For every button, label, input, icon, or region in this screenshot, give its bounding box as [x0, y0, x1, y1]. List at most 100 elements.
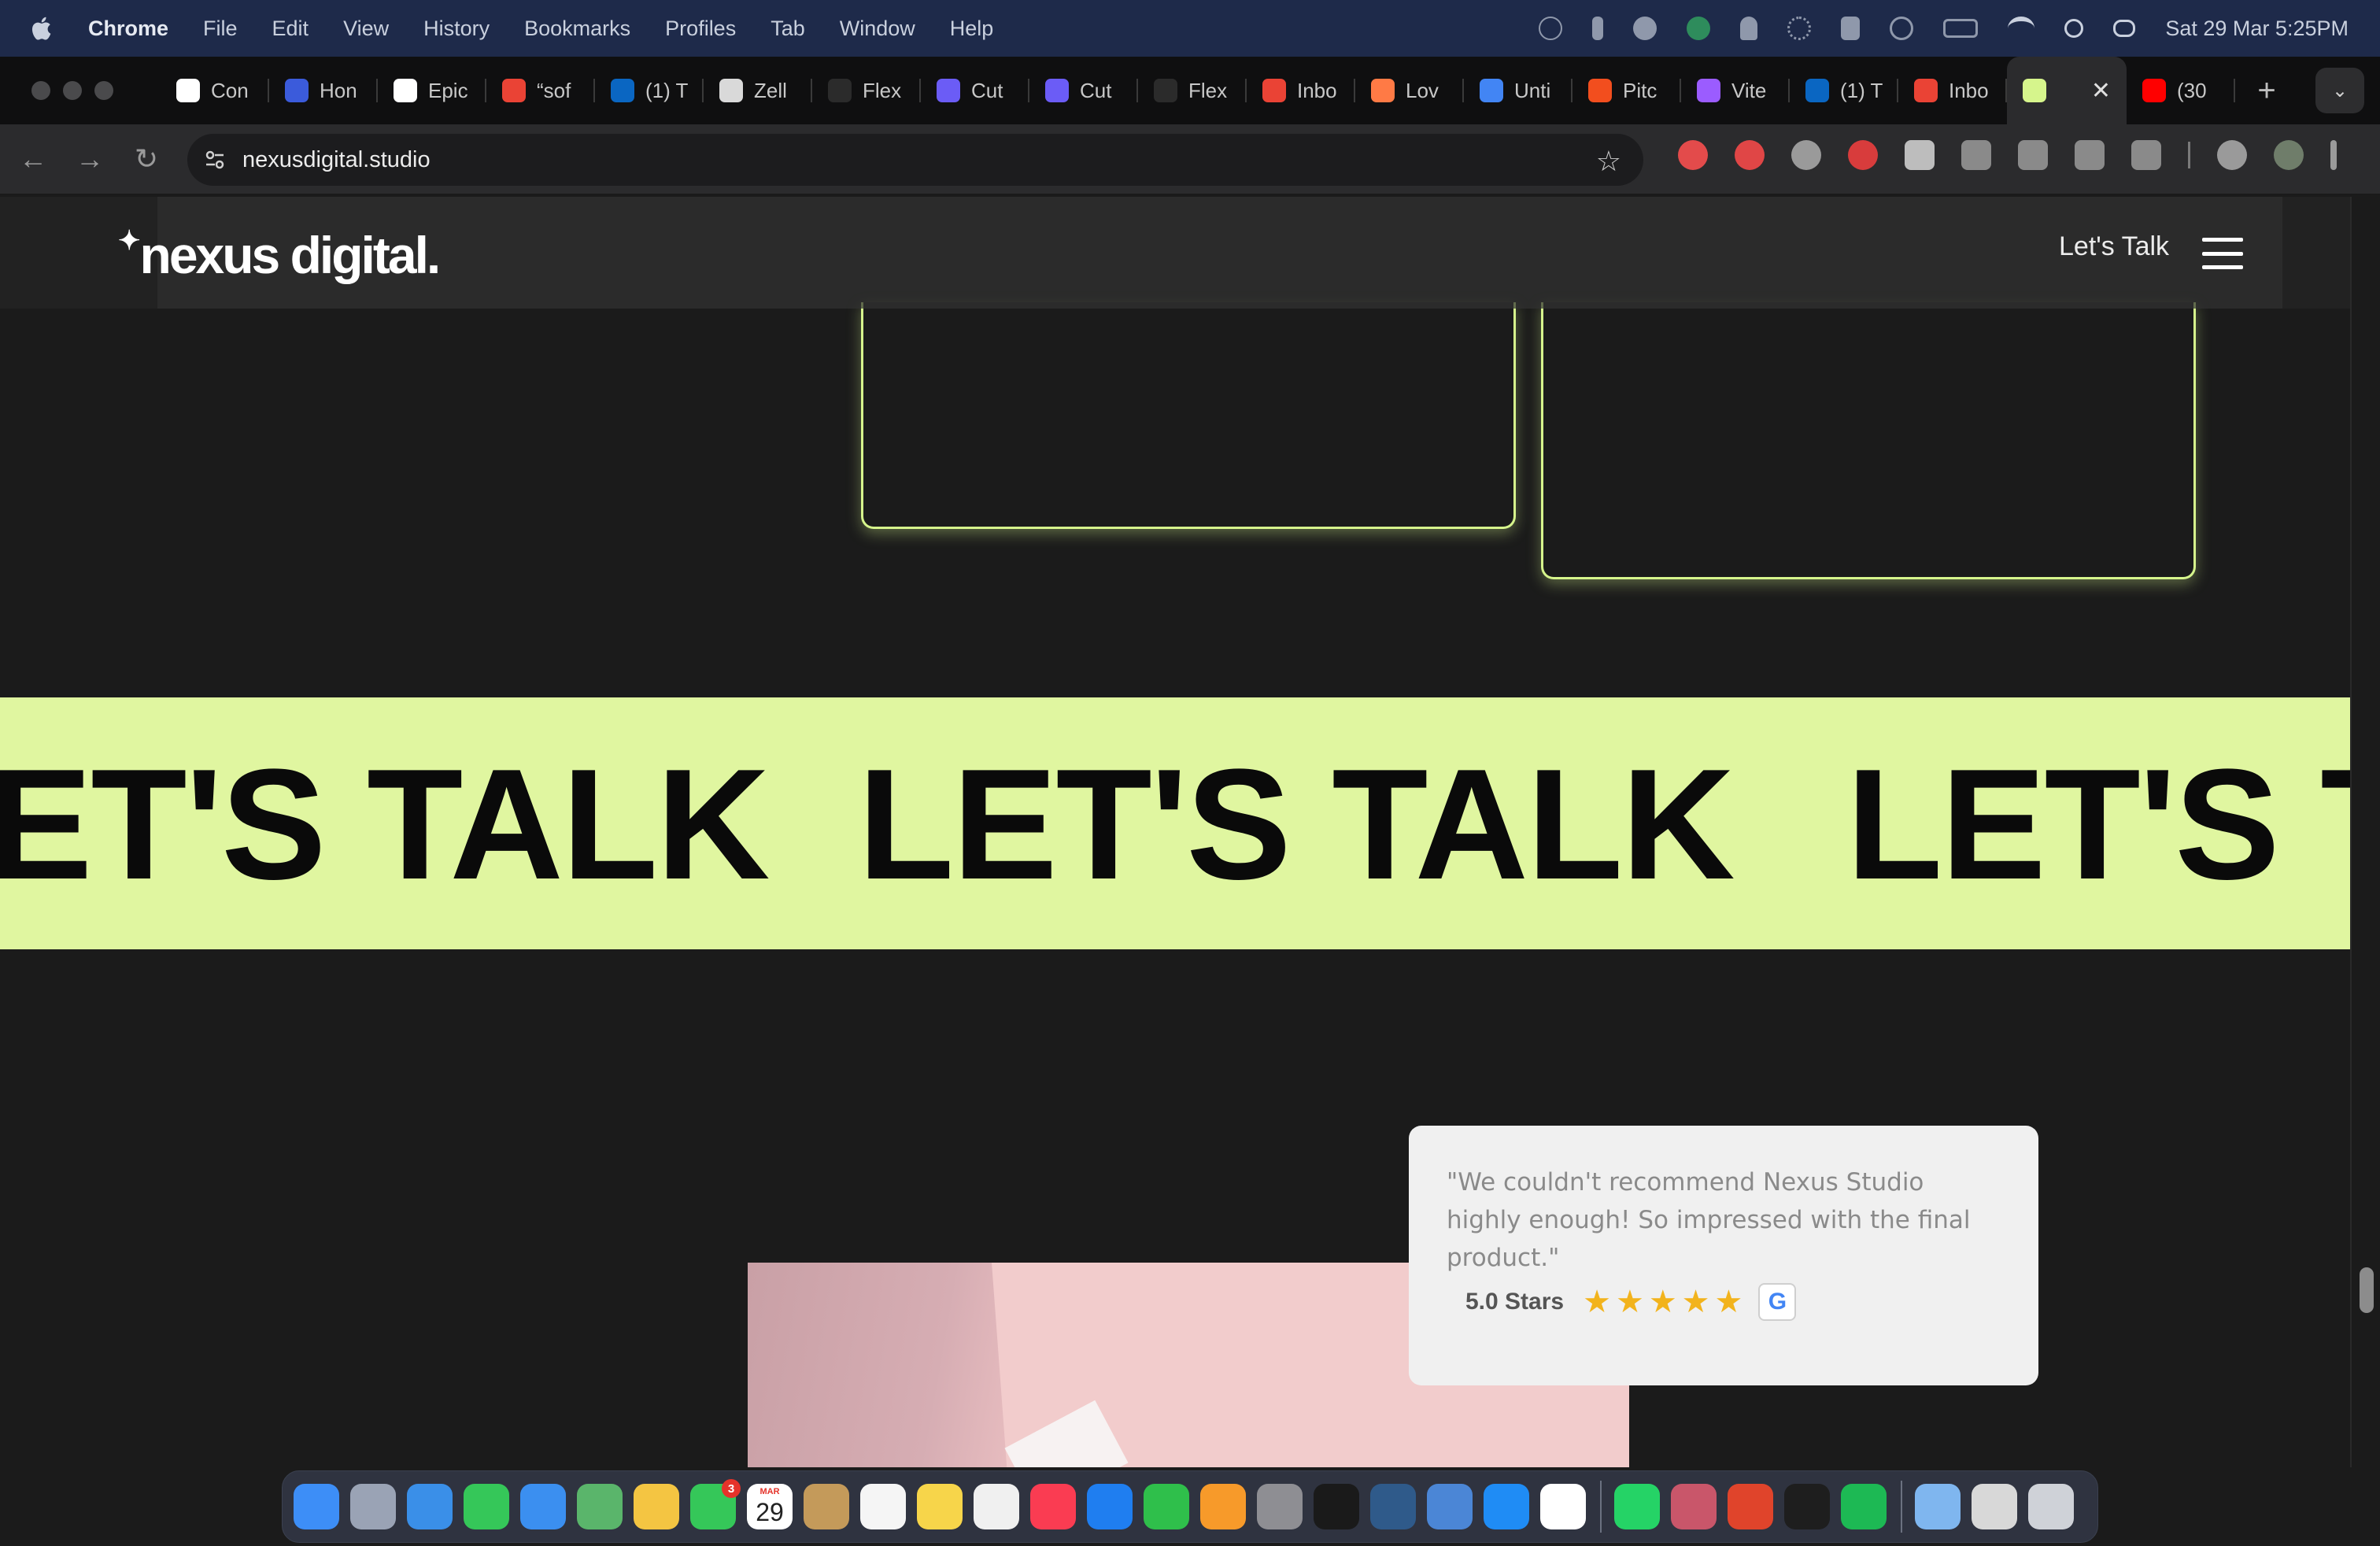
- mysql-workbench-dock-icon[interactable]: [1370, 1484, 1416, 1529]
- status-brightness-icon[interactable]: [1787, 17, 1812, 40]
- site-info-icon[interactable]: [205, 150, 225, 170]
- shield-extension-icon[interactable]: [1961, 140, 1991, 170]
- menubar-clock[interactable]: Sat 29 Mar 5:25PM: [2165, 17, 2349, 41]
- facetime-dock-icon[interactable]: 3: [690, 1479, 741, 1529]
- browser-tab[interactable]: Lov: [1355, 57, 1464, 124]
- eyedropper-extension-icon[interactable]: [1905, 140, 1935, 170]
- chrome-menu-icon[interactable]: [2330, 140, 2337, 170]
- spotify-dock-icon[interactable]: [1841, 1484, 1887, 1529]
- function-extension-icon[interactable]: [2075, 140, 2105, 170]
- scrollbar-thumb[interactable]: [2360, 1267, 2374, 1313]
- abp-extension-icon[interactable]: [1848, 140, 1878, 170]
- status-key-icon[interactable]: [1592, 17, 1604, 40]
- browser-tab[interactable]: Zell: [704, 57, 812, 124]
- status-battery-icon[interactable]: [1943, 19, 1979, 38]
- tab-search-button[interactable]: ⌄: [2315, 68, 2364, 113]
- reminders-dock-icon[interactable]: [860, 1484, 906, 1529]
- menu-history[interactable]: History: [423, 17, 490, 41]
- affinity-dock-icon[interactable]: [1671, 1484, 1717, 1529]
- app-store-dock-icon[interactable]: [1484, 1484, 1529, 1529]
- close-window-button[interactable]: [31, 81, 50, 100]
- browser-tab[interactable]: Inbo: [1247, 57, 1355, 124]
- safari-dock-icon[interactable]: [407, 1484, 453, 1529]
- apple-menu-icon[interactable]: [28, 14, 57, 43]
- status-control-center-icon[interactable]: [2113, 20, 2136, 37]
- status-airpods-icon[interactable]: [1841, 17, 1861, 40]
- browser-tab[interactable]: Cut: [1029, 57, 1138, 124]
- pokeball-extension-icon[interactable]: [1678, 140, 1708, 170]
- pages-dock-icon[interactable]: [1200, 1484, 1246, 1529]
- profile-avatar[interactable]: [2274, 140, 2304, 170]
- numbers-dock-icon[interactable]: [1144, 1484, 1189, 1529]
- browser-tab[interactable]: “sof: [486, 57, 595, 124]
- browser-tab[interactable]: Flex: [812, 57, 921, 124]
- mail-dock-icon[interactable]: [520, 1484, 566, 1529]
- hand-extension-icon[interactable]: [1735, 140, 1765, 170]
- browser-tab[interactable]: Unti: [1464, 57, 1572, 124]
- browser-tab[interactable]: (30: [2127, 57, 2235, 124]
- browser-tab[interactable]: Epic: [378, 57, 486, 124]
- screenshot-stack-dock-icon[interactable]: [1972, 1484, 2017, 1529]
- calendar-dock-icon[interactable]: MAR 29: [747, 1484, 793, 1529]
- photos-dock-icon[interactable]: [634, 1484, 679, 1529]
- lets-talk-marquee[interactable]: ET'S TALK LET'S TALK LET'S TA: [0, 697, 2380, 949]
- new-tab-button[interactable]: +: [2243, 67, 2290, 114]
- finder-dock-icon[interactable]: [294, 1484, 339, 1529]
- keynote-dock-icon[interactable]: [1087, 1484, 1133, 1529]
- hamburger-menu-icon[interactable]: [2202, 238, 2243, 269]
- contacts-dock-icon[interactable]: [804, 1484, 849, 1529]
- compass-extension-icon[interactable]: [2018, 140, 2048, 170]
- address-bar[interactable]: nexusdigital.studio ☆: [187, 134, 1643, 186]
- menu-edit[interactable]: Edit: [272, 17, 309, 41]
- menu-bookmarks[interactable]: Bookmarks: [524, 17, 630, 41]
- messages-dock-icon[interactable]: [464, 1484, 509, 1529]
- browser-tab[interactable]: (1) T: [1790, 57, 1898, 124]
- menu-tab[interactable]: Tab: [771, 17, 805, 41]
- browser-tab[interactable]: Inbo: [1898, 57, 2007, 124]
- browser-tab[interactable]: Flex: [1138, 57, 1247, 124]
- notes-dock-icon[interactable]: [917, 1484, 963, 1529]
- status-search-icon[interactable]: [2064, 19, 2084, 38]
- browser-tab[interactable]: Vite: [1681, 57, 1790, 124]
- lets-talk-link[interactable]: Let's Talk: [2059, 231, 2169, 262]
- status-notion-icon[interactable]: [1687, 17, 1711, 40]
- chrome-dock-icon[interactable]: [1540, 1484, 1586, 1529]
- freeform-dock-icon[interactable]: [974, 1484, 1019, 1529]
- browser-tab[interactable]: ✕: [2007, 57, 2127, 124]
- browser-tab[interactable]: Hon: [269, 57, 378, 124]
- status-app-icon[interactable]: [1539, 17, 1563, 40]
- zoom-window-button[interactable]: [94, 81, 113, 100]
- status-person-icon[interactable]: [1740, 17, 1758, 40]
- trash-dock-icon[interactable]: [2028, 1484, 2074, 1529]
- browser-tab[interactable]: Con: [161, 57, 269, 124]
- menu-file[interactable]: File: [203, 17, 238, 41]
- downloads-folder-dock-icon[interactable]: [1915, 1484, 1961, 1529]
- url-text[interactable]: nexusdigital.studio: [242, 147, 431, 173]
- bookmark-star-icon[interactable]: ☆: [1596, 145, 1621, 178]
- system-settings-dock-icon[interactable]: [1257, 1484, 1303, 1529]
- page-scrollbar[interactable]: [2350, 197, 2380, 1467]
- status-play-icon[interactable]: [1890, 17, 1914, 40]
- maps-dock-icon[interactable]: [577, 1484, 623, 1529]
- puzzle-extension-icon[interactable]: [2131, 140, 2161, 170]
- pdf-expert-dock-icon[interactable]: [1728, 1484, 1773, 1529]
- forward-button[interactable]: →: [61, 131, 118, 187]
- launchpad-dock-icon[interactable]: [350, 1484, 396, 1529]
- minimize-window-button[interactable]: [63, 81, 82, 100]
- menu-help[interactable]: Help: [950, 17, 994, 41]
- mask-extension-icon[interactable]: [1791, 140, 1821, 170]
- site-logo[interactable]: ✦nexus digital.: [118, 225, 441, 285]
- reload-button[interactable]: ↻: [118, 131, 175, 187]
- menu-profiles[interactable]: Profiles: [665, 17, 736, 41]
- menu-view[interactable]: View: [343, 17, 389, 41]
- close-tab-icon[interactable]: ✕: [2091, 77, 2111, 105]
- reading-list-icon[interactable]: [2217, 140, 2247, 170]
- status-crab-icon[interactable]: [1633, 17, 1658, 40]
- whatsapp-dock-icon[interactable]: [1614, 1484, 1660, 1529]
- xcode-instruments-dock-icon[interactable]: [1427, 1484, 1473, 1529]
- figma-dock-icon[interactable]: [1784, 1484, 1830, 1529]
- terminal-dock-icon[interactable]: [1314, 1484, 1359, 1529]
- status-wifi-icon[interactable]: [2008, 17, 2035, 40]
- browser-tab[interactable]: Pitc: [1572, 57, 1681, 124]
- back-button[interactable]: ←: [5, 131, 61, 187]
